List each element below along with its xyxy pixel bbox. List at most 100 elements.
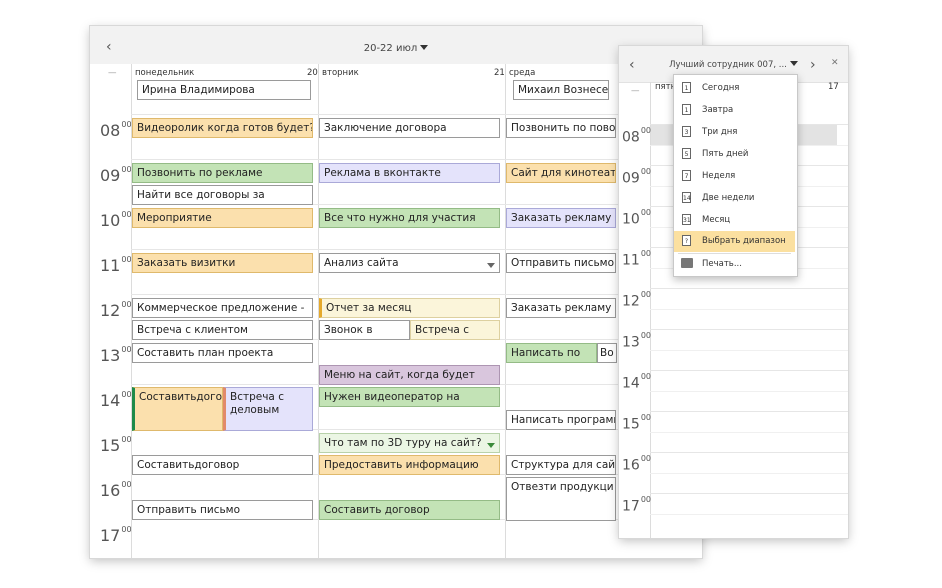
- printer-icon: [681, 258, 693, 268]
- day-num-mon: 20: [307, 68, 318, 78]
- appointment[interactable]: Составить договор: [319, 500, 500, 520]
- hour-label: 0800: [622, 126, 652, 146]
- appointment[interactable]: Реклама в вконтакте: [319, 163, 500, 183]
- hour-label: 1300: [622, 331, 652, 351]
- hour-gridline: [131, 114, 702, 115]
- calendar-day-icon: 1: [682, 82, 691, 93]
- hour-label: 1700: [100, 524, 132, 545]
- appointment[interactable]: Встреча с клиентом: [132, 320, 313, 340]
- appointment[interactable]: Встреча с деловым: [223, 387, 313, 431]
- appointment[interactable]: Видеоролик когда готов будет?: [132, 118, 313, 138]
- half-hour-gridline: [650, 514, 848, 515]
- day-num-tue: 21: [494, 68, 505, 78]
- hour-gridline: [131, 249, 702, 250]
- hour-label: 1000: [622, 208, 652, 228]
- appointment[interactable]: Заключение договора: [319, 118, 500, 138]
- menu-item-month[interactable]: 31 Месяц: [674, 210, 795, 231]
- appointment[interactable]: Предоставить информацию: [319, 455, 500, 475]
- appointment[interactable]: Заказать визитки: [132, 253, 313, 273]
- appointment[interactable]: Найти все договоры за: [132, 185, 313, 205]
- appointment[interactable]: Составитьдоговор: [132, 387, 223, 431]
- appointment[interactable]: Написать программ: [506, 410, 616, 430]
- appointment[interactable]: Структура для сайт: [506, 455, 616, 475]
- calendar-header: ‹ 20-22 июл: [90, 26, 702, 65]
- appointment[interactable]: Позвонить по повод: [506, 118, 616, 138]
- date-range-title[interactable]: 20-22 июл: [90, 43, 702, 54]
- hour-gridline: [131, 294, 702, 295]
- hour-label: 0900: [622, 167, 652, 187]
- appointment[interactable]: Отправить письмо: [132, 500, 313, 520]
- menu-item-three-days[interactable]: 3 Три дня: [674, 122, 795, 143]
- calendar-main-panel: ‹ 20-22 июл — понедельник 20 вторник 21 …: [90, 26, 702, 558]
- calendar-day-icon: 1: [682, 104, 691, 115]
- appointment[interactable]: Меню на сайт, когда будет: [319, 365, 500, 385]
- menu-item-two-weeks[interactable]: 14 Две недели: [674, 188, 795, 209]
- next-chevron-icon[interactable]: ›: [810, 58, 816, 72]
- appointment[interactable]: Составитьдоговор: [132, 455, 313, 475]
- menu-item-today[interactable]: 1 Сегодня: [674, 78, 795, 99]
- allday-dash: —: [108, 68, 117, 78]
- appointment[interactable]: Отвезти продукци: [506, 477, 616, 521]
- hour-gridline: [650, 493, 848, 494]
- appointment-dropdown[interactable]: Анализ сайта: [319, 253, 500, 273]
- menu-item-print[interactable]: Печать...: [674, 254, 795, 275]
- hour-label: 1000: [100, 209, 132, 230]
- hour-label: 0800: [100, 119, 132, 140]
- day-header-strip: — понедельник 20 вторник 21 среда Ирина …: [90, 64, 702, 106]
- hour-label: 1400: [100, 389, 132, 410]
- appointment[interactable]: Заказать рекламу: [506, 298, 616, 318]
- dropdown-triangle-icon: [789, 61, 798, 66]
- hour-label: 0900: [100, 164, 132, 185]
- appointment[interactable]: Отправить письмо: [506, 253, 616, 273]
- appointment[interactable]: Заказать рекламу: [506, 208, 616, 228]
- appointment[interactable]: Отчет за месяц: [319, 298, 500, 318]
- calendar-two-weeks-icon: 14: [682, 192, 691, 203]
- day-name-wed: среда: [509, 68, 536, 78]
- dropdown-arrow-icon[interactable]: [487, 443, 495, 448]
- appointment-dropdown[interactable]: Что там по 3D туру на сайт?: [319, 433, 500, 453]
- calendar-3day-icon: 3: [682, 126, 691, 137]
- appointment[interactable]: Мероприятие: [132, 208, 313, 228]
- hour-label: 1100: [100, 254, 132, 275]
- hour-label: 1300: [100, 344, 132, 365]
- appointment[interactable]: Составить план проекта: [132, 343, 313, 363]
- menu-item-week[interactable]: 7 Неделя: [674, 166, 795, 187]
- appointment[interactable]: Позвонить по рекламе: [132, 163, 313, 183]
- menu-item-tomorrow[interactable]: 1 Завтра: [674, 100, 795, 121]
- hour-label: 1500: [100, 434, 132, 455]
- side-day-num: 17: [828, 82, 839, 92]
- hour-label: 1700: [622, 495, 652, 515]
- hour-label: 1400: [622, 372, 652, 392]
- day-name-tue: вторник: [322, 68, 359, 78]
- close-icon[interactable]: ✕: [831, 59, 839, 68]
- hour-gridline: [131, 159, 702, 160]
- resource-box-wed[interactable]: Михаил Вознесен: [513, 80, 609, 100]
- half-hour-gridline: [650, 350, 848, 351]
- appointment[interactable]: Во: [597, 343, 617, 363]
- calendar-week-icon: 7: [682, 170, 691, 181]
- hour-label: 1600: [100, 479, 132, 500]
- appointment[interactable]: Встреча с: [410, 320, 500, 340]
- half-hour-gridline: [650, 473, 848, 474]
- hour-gridline: [650, 288, 848, 289]
- hour-gridline: [650, 411, 848, 412]
- menu-item-select-range[interactable]: ? Выбрать диапазон: [674, 231, 795, 252]
- appointment[interactable]: Коммерческое предложение -: [132, 298, 313, 318]
- appointment[interactable]: Нужен видеоператор на: [319, 387, 500, 407]
- calendar-month-icon: 31: [682, 214, 691, 225]
- half-hour-gridline: [650, 391, 848, 392]
- hour-gridline: [650, 452, 848, 453]
- appointment[interactable]: Все что нужно для участия: [319, 208, 500, 228]
- dropdown-triangle-icon: [420, 45, 429, 50]
- appointment[interactable]: Написать по: [506, 343, 597, 363]
- hour-label: 1600: [622, 454, 652, 474]
- calendar-5day-icon: 5: [682, 148, 691, 159]
- resource-box-mon[interactable]: Ирина Владимирова: [137, 80, 311, 100]
- appointment[interactable]: Звонок в: [319, 320, 410, 340]
- dropdown-arrow-icon[interactable]: [487, 263, 495, 268]
- hour-label: 1500: [622, 413, 652, 433]
- appointment[interactable]: Сайт для кинотеатр: [506, 163, 616, 183]
- hour-label: 1100: [622, 249, 652, 269]
- hour-gridline: [650, 329, 848, 330]
- menu-item-five-days[interactable]: 5 Пять дней: [674, 144, 795, 165]
